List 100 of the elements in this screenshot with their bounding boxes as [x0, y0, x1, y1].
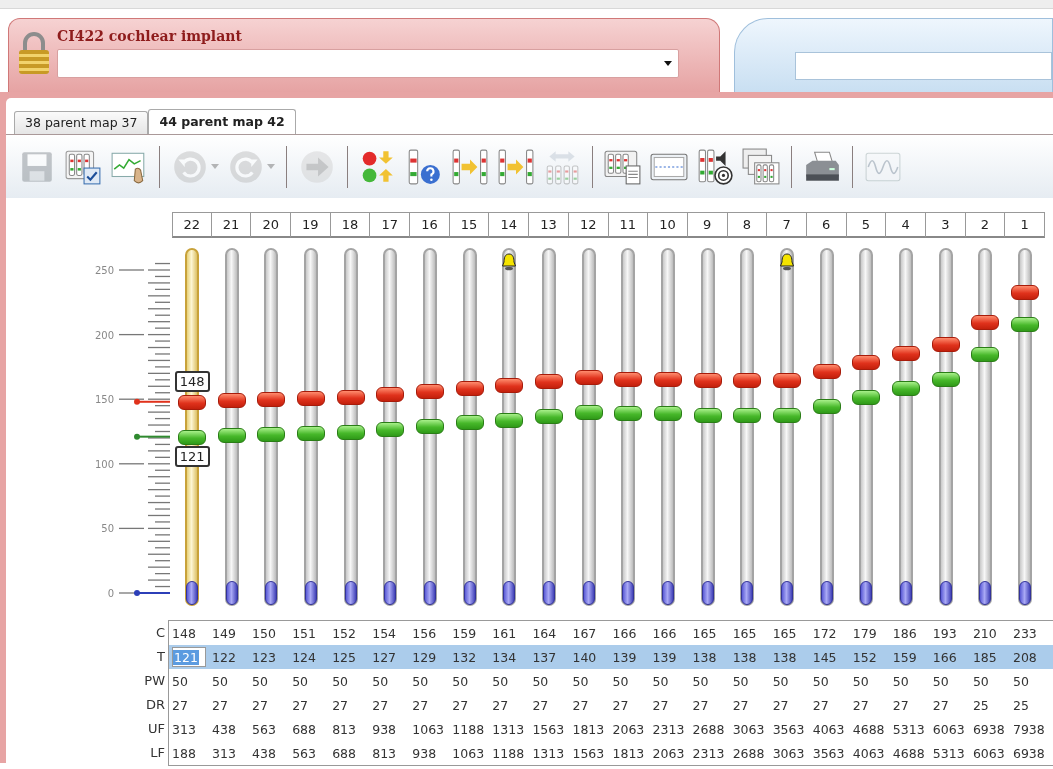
lower-level-thumb[interactable]: [495, 412, 524, 428]
electrode-number[interactable]: 14: [489, 212, 530, 238]
bottom-thumb[interactable]: [741, 581, 754, 605]
electrode-number[interactable]: 11: [608, 212, 649, 238]
bottom-thumb[interactable]: [979, 581, 992, 605]
table-row[interactable]: 121 122 123 124 125 127 129 132 134 137 140 139 139 138 138 138 145 152 159 166 185 208: [169, 645, 1053, 669]
lower-level-thumb[interactable]: [892, 380, 921, 396]
table-cell-text: 165: [732, 625, 758, 641]
tab[interactable]: 38 parent map 37: [14, 111, 149, 134]
bottom-thumb[interactable]: [265, 581, 278, 605]
bottom-thumb[interactable]: [503, 581, 516, 605]
electrode-number[interactable]: 1: [1005, 212, 1045, 238]
upper-level-thumb[interactable]: [574, 370, 603, 386]
lower-level-thumb[interactable]: [415, 419, 444, 435]
electrode-number[interactable]: 3: [925, 212, 966, 238]
electrode-number[interactable]: 18: [330, 212, 371, 238]
upper-level-thumb[interactable]: [654, 371, 682, 387]
upper-level-thumb[interactable]: [693, 372, 722, 388]
lower-level-thumb[interactable]: [534, 409, 563, 424]
upper-level-thumb[interactable]: [257, 392, 286, 408]
electrode-number[interactable]: 15: [449, 212, 490, 238]
lower-level-thumb[interactable]: [852, 389, 881, 405]
upper-level-thumb[interactable]: [931, 336, 960, 352]
electrode-number[interactable]: 13: [529, 212, 569, 238]
table-cell-text: 148: [172, 625, 197, 641]
lower-level-thumb[interactable]: [177, 429, 206, 445]
input-field[interactable]: [795, 52, 1052, 80]
electrode-number[interactable]: 17: [370, 212, 411, 238]
lower-level-thumb[interactable]: [1011, 317, 1040, 333]
upper-level-thumb[interactable]: [296, 390, 325, 406]
lower-level-thumb[interactable]: [257, 427, 286, 443]
bottom-thumb[interactable]: [662, 581, 674, 605]
lower-level-thumb[interactable]: [812, 398, 841, 414]
level-marker: [134, 590, 171, 596]
upper-level-thumb[interactable]: [733, 372, 762, 388]
lower-level-thumb[interactable]: [654, 406, 682, 422]
upper-level-thumb[interactable]: [892, 345, 921, 361]
electrode-number[interactable]: 7: [767, 212, 807, 238]
upper-level-thumb[interactable]: [376, 387, 405, 403]
upper-level-thumb[interactable]: [415, 384, 444, 400]
bottom-thumb[interactable]: [900, 581, 913, 605]
table-row[interactable]: 313 438 563 688 813 938 1063 1188 1313 1563 1813 2063 2313 2688 3063 3563 4063 4688 5313 6063 6938 7938: [169, 717, 1053, 741]
tab[interactable]: 44 parent map 42: [148, 109, 296, 134]
upper-level-thumb[interactable]: [177, 394, 206, 410]
upper-level-thumb[interactable]: [614, 371, 643, 387]
lower-level-thumb[interactable]: [376, 421, 405, 437]
upper-level-thumb[interactable]: [217, 393, 246, 409]
electrode-number[interactable]: 16: [410, 212, 450, 238]
electrode-number[interactable]: 20: [251, 212, 292, 238]
table-cell-text: 2688: [692, 721, 726, 737]
electrode-number[interactable]: 22: [172, 212, 212, 238]
table-row[interactable]: 50 50 50 50 50 50 50 50 50 50 50 50 50 50 50 50 50 50 50 50 50 50: [169, 669, 1053, 693]
table-cell-text: 140: [572, 649, 598, 665]
lower-level-thumb[interactable]: [971, 346, 1000, 362]
lower-level-thumb[interactable]: [336, 424, 365, 440]
bottom-thumb[interactable]: [1019, 581, 1032, 605]
electrode-number[interactable]: 2: [965, 212, 1006, 238]
table-row[interactable]: 27 27 27 27 27 27 27 27 27 27 27 27 27 27 27 27 27 27 27 27 25 25: [169, 693, 1053, 717]
lower-level-thumb[interactable]: [773, 407, 802, 423]
electrode-number[interactable]: 21: [211, 212, 252, 238]
table-row[interactable]: 148 149 150 151 152 154 156 159 161 164 167 166 166 165 165 165 172 179 186 193 210 233: [169, 621, 1053, 645]
lower-level-thumb[interactable]: [455, 415, 484, 431]
upper-level-thumb[interactable]: [773, 372, 802, 388]
upper-level-thumb[interactable]: [852, 354, 881, 370]
lower-level-thumb[interactable]: [614, 406, 643, 422]
lower-level-thumb[interactable]: [693, 407, 722, 423]
upper-level-thumb[interactable]: [336, 389, 365, 405]
upper-level-thumb[interactable]: [1011, 284, 1040, 300]
table-cell-text: 938: [412, 745, 438, 761]
upper-level-thumb[interactable]: [812, 363, 841, 379]
lower-level-thumb[interactable]: [296, 425, 325, 441]
electrode-number[interactable]: 8: [727, 212, 768, 238]
electrode-number[interactable]: 6: [806, 212, 847, 238]
slider-copy-icon: [497, 147, 535, 186]
table-cell-text: 438: [212, 721, 237, 737]
upper-level-thumb[interactable]: [455, 380, 484, 396]
table-cell-text: 27: [412, 697, 430, 713]
electrode-number[interactable]: 19: [291, 212, 331, 238]
bottom-thumb[interactable]: [384, 581, 397, 605]
lower-level-thumb[interactable]: [574, 405, 603, 421]
electrode-number[interactable]: 4: [886, 212, 926, 238]
electrode-number[interactable]: 12: [568, 212, 609, 238]
upper-level-thumb[interactable]: [495, 378, 524, 393]
bottom-thumb[interactable]: [781, 581, 794, 605]
level-marker: [134, 433, 171, 440]
table-cell-text: 159: [892, 649, 918, 665]
table-cell-text: 438: [252, 745, 277, 761]
table-row[interactable]: 188 313 438 563 688 813 938 1063 1188 1313 1563 1813 2063 2313 2688 3063 3563 4063 4688 5313 6063 6938: [169, 741, 1053, 765]
lower-level-thumb[interactable]: [217, 428, 246, 444]
upper-level-thumb[interactable]: [534, 374, 563, 390]
lower-level-thumb[interactable]: [931, 371, 960, 387]
electrode-number[interactable]: 9: [687, 212, 728, 238]
lower-level-thumb[interactable]: [733, 407, 762, 423]
electrode-number[interactable]: 5: [846, 212, 887, 238]
bottom-thumb[interactable]: [622, 581, 635, 605]
dropdown-field[interactable]: [57, 49, 679, 78]
electrode-number[interactable]: 10: [648, 212, 688, 238]
bottom-thumb[interactable]: [860, 581, 873, 605]
table-cell-text: 27: [212, 697, 229, 713]
upper-level-thumb[interactable]: [971, 314, 1000, 330]
